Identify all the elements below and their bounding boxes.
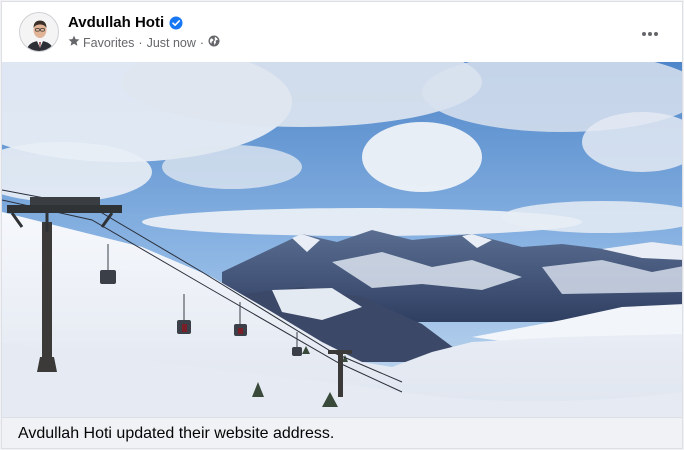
star-icon: [68, 35, 80, 50]
post-card: Avdullah Hoti Favorites · Just now · Avd…: [1, 1, 683, 449]
post-caption: Avdullah Hoti updated their website addr…: [18, 425, 335, 442]
globe-icon[interactable]: [208, 35, 220, 50]
verified-badge-icon: [169, 16, 183, 30]
post-header: Avdullah Hoti Favorites · Just now ·: [2, 2, 682, 62]
post-caption-bar: Avdullah Hoti updated their website addr…: [2, 417, 682, 448]
audience-label[interactable]: Favorites: [83, 36, 134, 50]
avatar-portrait-image: [20, 13, 58, 51]
meta-separator: ·: [199, 35, 205, 50]
post-timestamp[interactable]: Just now: [147, 36, 196, 50]
more-options-button[interactable]: [636, 20, 664, 48]
ski-resort-landscape-image: [2, 62, 682, 417]
more-options-icon: [642, 32, 658, 36]
author-name[interactable]: Avdullah Hoti: [68, 14, 164, 31]
meta-separator: ·: [138, 35, 143, 50]
post-meta: Favorites · Just now ·: [68, 35, 220, 50]
post-photo[interactable]: [2, 62, 682, 417]
author-avatar[interactable]: [19, 12, 59, 52]
author-name-row: Avdullah Hoti: [68, 14, 183, 31]
